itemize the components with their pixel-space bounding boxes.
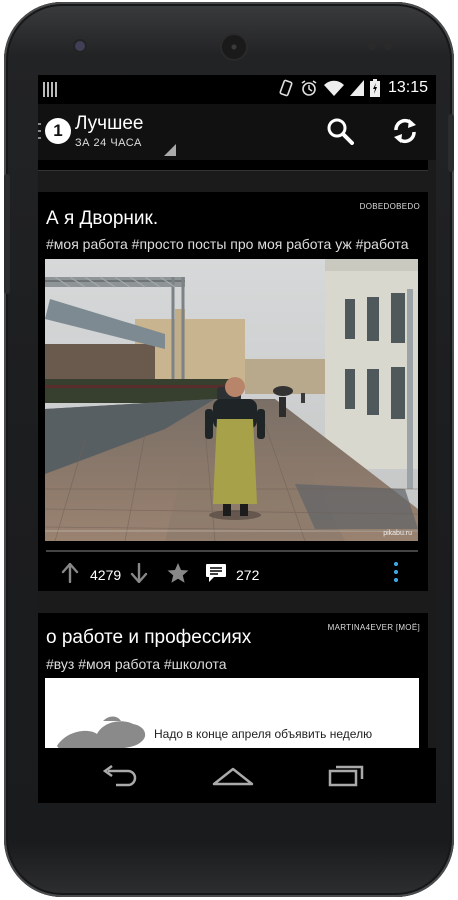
favorite-star-icon[interactable] — [167, 563, 189, 583]
search-icon[interactable] — [326, 117, 354, 145]
downvote-arrow-icon[interactable] — [130, 563, 148, 583]
front-camera — [75, 41, 85, 51]
post-tags[interactable]: #вуз #моя работа #школота — [46, 656, 422, 672]
volume-button — [4, 174, 10, 294]
clock: 13:15 — [387, 79, 428, 96]
section-subtitle[interactable]: ЗА 24 ЧАСА — [75, 137, 142, 149]
earpiece-speaker — [222, 35, 246, 59]
image-watermark: pikabu.ru — [383, 530, 412, 537]
post-image[interactable]: Надо в конце апреля объявить неделю — [45, 678, 419, 748]
post-card[interactable]: DOBEDOBEDO А я Дворник. #моя работа #про… — [38, 192, 428, 591]
section-title[interactable]: Лучшее — [75, 113, 143, 135]
post-title[interactable]: А я Дворник. — [46, 208, 158, 230]
comments-icon[interactable] — [205, 563, 227, 583]
navigation-bar — [38, 748, 436, 803]
rating-count: 4279 — [90, 567, 122, 583]
street-photo — [45, 259, 418, 541]
refresh-icon[interactable] — [390, 116, 420, 146]
home-icon[interactable] — [212, 765, 254, 787]
power-button — [448, 114, 454, 172]
post-author[interactable]: DOBEDOBEDO — [360, 202, 420, 211]
upvote-arrow-icon[interactable] — [61, 563, 79, 583]
action-bar: 1 Лучшее ЗА 24 ЧАСА — [38, 104, 436, 160]
proximity-sensor — [368, 42, 376, 50]
post-author[interactable]: MARTINA4EVER [МОЁ] — [328, 623, 420, 632]
more-options-icon[interactable] — [394, 562, 398, 584]
cartoon-cat-drawing — [57, 716, 146, 748]
footer-divider — [46, 550, 418, 552]
post-actions-bar: 4279 272 — [38, 550, 428, 590]
alarm-icon — [301, 80, 317, 96]
post-card[interactable]: MARTINA4EVER [МОЁ] о работе и профессиях… — [38, 613, 428, 748]
comments-count[interactable]: 272 — [236, 567, 259, 583]
post-title[interactable]: о работе и профессиях — [46, 627, 251, 649]
back-icon[interactable] — [100, 765, 138, 787]
notification-icon — [43, 82, 57, 97]
battery-icon — [369, 79, 380, 97]
app-logo-badge[interactable]: 1 — [45, 118, 71, 144]
post-tags[interactable]: #моя работа #просто посты про моя работа… — [46, 236, 422, 252]
post-feed[interactable]: DOBEDOBEDO А я Дворник. #моя работа #про… — [38, 160, 436, 748]
previous-post-card[interactable] — [38, 160, 428, 171]
phone-frame: 13:15 1 Лучшее ЗА 24 ЧАСА DOBEDOBEDO А я… — [4, 2, 454, 897]
post-image[interactable]: pikabu.ru — [45, 259, 418, 541]
image-caption-text: Надо в конце апреля объявить неделю — [154, 727, 373, 741]
wifi-icon — [323, 80, 344, 96]
light-sensor — [384, 42, 392, 50]
status-bar: 13:15 — [38, 75, 436, 104]
drawer-menu-icon[interactable] — [38, 123, 41, 139]
dropdown-indicator-icon[interactable] — [164, 144, 176, 156]
signal-icon — [349, 80, 364, 96]
screen-rotation-icon — [279, 79, 293, 97]
recent-apps-icon[interactable] — [328, 763, 366, 787]
screen: 13:15 1 Лучшее ЗА 24 ЧАСА DOBEDOBEDO А я… — [38, 75, 436, 803]
